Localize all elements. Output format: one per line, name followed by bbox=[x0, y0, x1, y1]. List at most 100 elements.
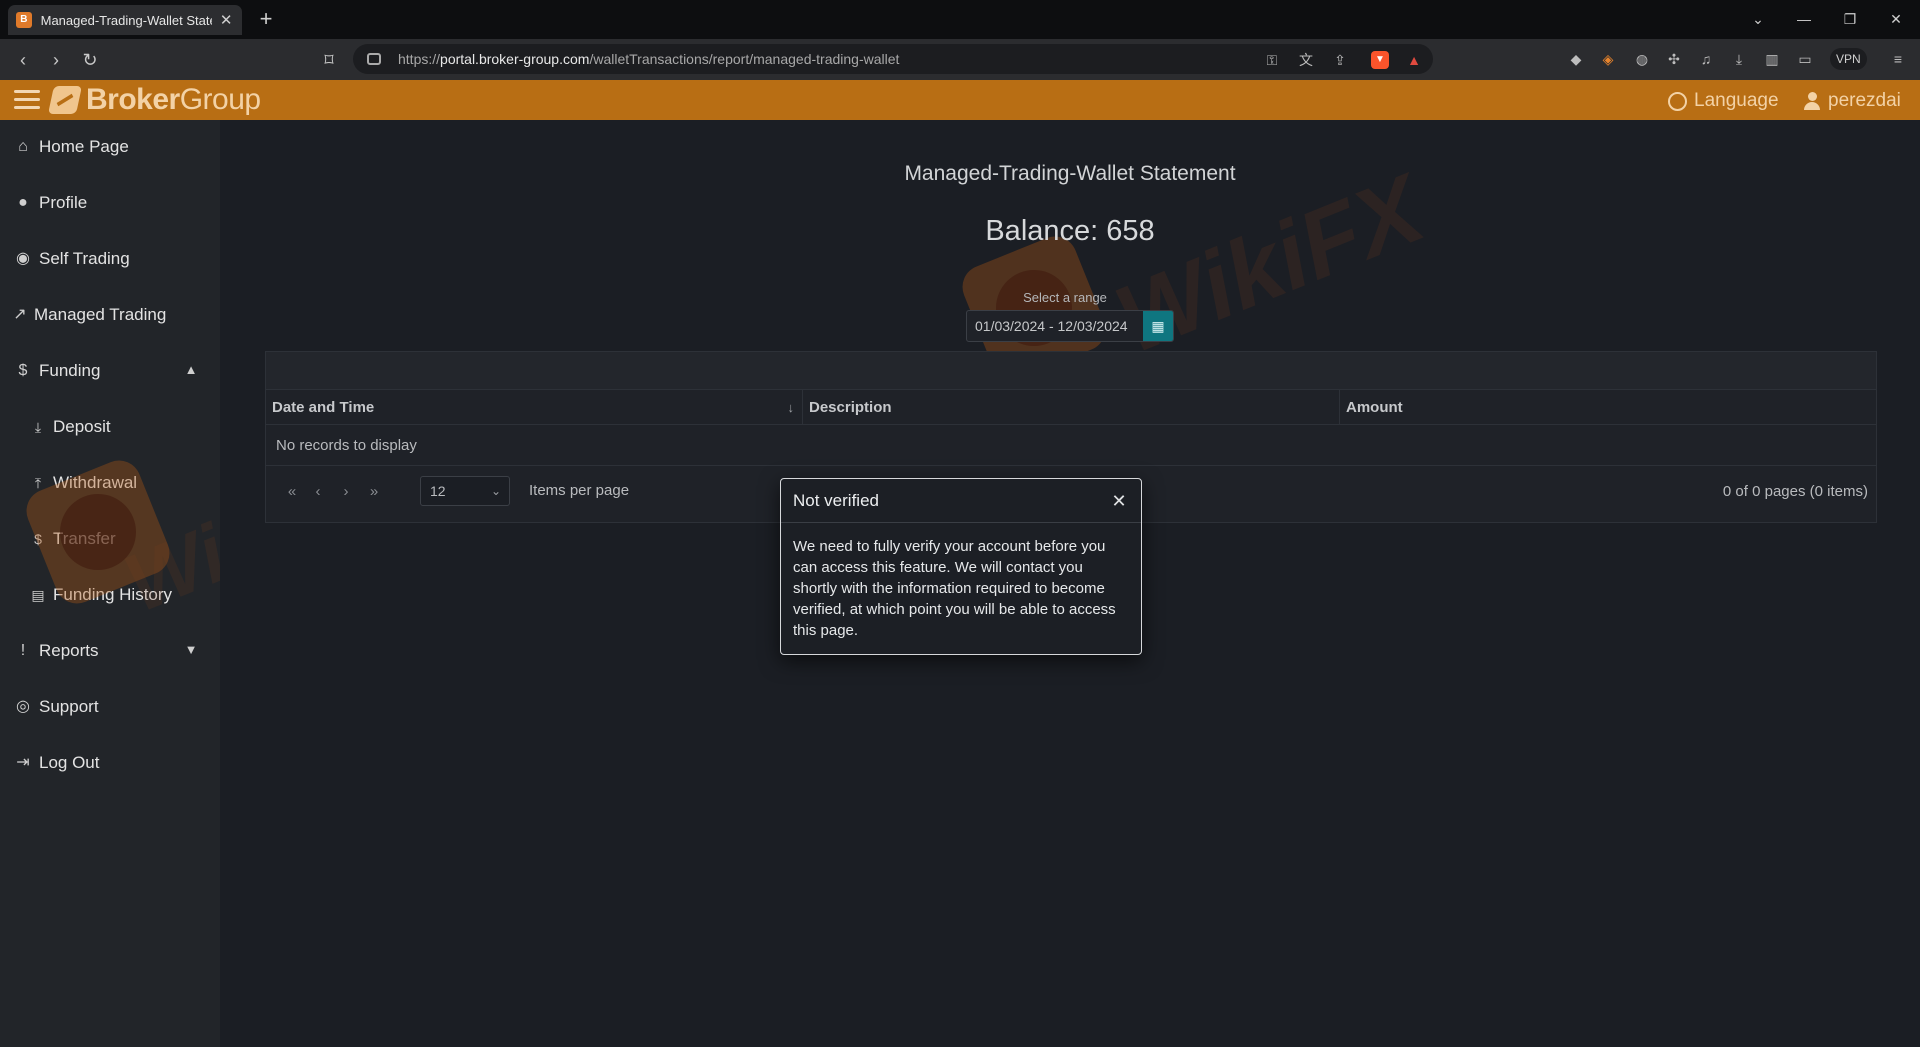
calendar-icon[interactable]: ▦ bbox=[1143, 311, 1173, 341]
page-size-select[interactable]: 12 ⌄ bbox=[420, 476, 510, 506]
column-header-date[interactable]: Date and Time ↓ bbox=[266, 390, 803, 424]
dialog-message: We need to fully verify your account bef… bbox=[793, 538, 1116, 639]
sidebar-item-support[interactable]: ◎ Support bbox=[0, 687, 220, 727]
extension-icon[interactable]: ◆ bbox=[1566, 49, 1586, 69]
column-header-description[interactable]: Description bbox=[803, 390, 1340, 424]
metamask-icon[interactable]: ◈ bbox=[1598, 49, 1618, 69]
last-page-icon[interactable]: » bbox=[364, 482, 384, 502]
sidebar-item-label: Log Out bbox=[39, 753, 100, 772]
chevron-down-icon: ⌄ bbox=[490, 484, 501, 498]
browser-tab[interactable]: B Managed-Trading-Wallet Statem ✕ bbox=[8, 5, 242, 35]
new-tab-icon[interactable]: + bbox=[254, 8, 278, 30]
sidebar-item-funding[interactable]: $ Funding ▲ bbox=[0, 351, 220, 391]
close-window-icon[interactable]: ✕ bbox=[1880, 6, 1912, 32]
wallet-icon[interactable]: ▭ bbox=[1795, 49, 1815, 69]
sidebar-item-label: Profile bbox=[39, 193, 88, 212]
sidebar-item-funding-history[interactable]: ▤ Funding History bbox=[0, 575, 220, 615]
translate-icon[interactable]: 文 bbox=[1297, 51, 1315, 69]
pager-info: 0 of 0 pages (0 items) bbox=[1722, 483, 1868, 500]
close-icon[interactable]: ✕ bbox=[1110, 492, 1128, 510]
home-icon: ⌂ bbox=[18, 138, 28, 155]
grid-header-row: Date and Time ↓ Description Amount bbox=[266, 390, 1876, 425]
sidebar-item-label: Self Trading bbox=[39, 249, 130, 268]
lifebuoy-icon: ◎ bbox=[16, 698, 30, 715]
username: perezdai bbox=[1828, 90, 1901, 111]
share-icon[interactable]: ⇪ bbox=[1331, 51, 1349, 69]
sidebar-item-transfer[interactable]: $ Transfer bbox=[0, 519, 220, 559]
range-label: Select a range bbox=[1023, 290, 1107, 305]
dollar-icon: $ bbox=[18, 362, 28, 379]
brand-logo-text[interactable]: BrokerGroup bbox=[86, 83, 261, 117]
sort-arrow-down-icon[interactable]: ↓ bbox=[788, 390, 795, 425]
reload-icon[interactable]: ↻ bbox=[77, 47, 103, 73]
sidebar-item-label: Withdrawal bbox=[53, 473, 138, 492]
items-per-page-label: Items per page bbox=[529, 482, 630, 499]
brain-icon: ◉ bbox=[16, 250, 30, 267]
prev-page-icon[interactable]: ‹ bbox=[308, 482, 328, 502]
first-page-icon[interactable]: « bbox=[282, 482, 302, 502]
sidebar-item-logout[interactable]: ⇥ Log Out bbox=[0, 743, 220, 783]
screen: B Managed-Trading-Wallet Statem ✕ + ⌄ — … bbox=[0, 0, 1920, 1047]
transfer-icon: $ bbox=[34, 531, 42, 547]
sidebar-item-label: Home Page bbox=[39, 137, 129, 156]
sidebar-item-label: Reports bbox=[39, 641, 99, 660]
media-icon[interactable]: ♫ bbox=[1696, 49, 1716, 69]
hamburger-menu-icon[interactable] bbox=[14, 90, 40, 110]
date-range-input[interactable]: 01/03/2024 - 12/03/2024 bbox=[967, 318, 1143, 334]
brokergroup-logo-icon bbox=[48, 86, 82, 114]
restore-icon[interactable]: ❐ bbox=[1834, 6, 1866, 32]
language-label: Language bbox=[1694, 90, 1779, 111]
chevron-up-icon: ▲ bbox=[184, 362, 198, 377]
download-icon: ⤓ bbox=[34, 419, 42, 435]
sidebar-item-label: Support bbox=[39, 697, 99, 716]
sidebar-item-withdrawal[interactable]: ⤒ Withdrawal bbox=[0, 463, 220, 503]
sidebar-item-deposit[interactable]: ⤓ Deposit bbox=[0, 407, 220, 447]
language-button[interactable]: Language bbox=[1668, 90, 1779, 112]
brave-shields-icon[interactable]: ▼ bbox=[1371, 51, 1389, 69]
balance-value: Balance: 658 bbox=[985, 215, 1155, 247]
close-tab-icon[interactable]: ✕ bbox=[218, 11, 234, 29]
sidebar-toggle-icon[interactable]: ▥ bbox=[1762, 49, 1782, 69]
url-text: https://portal.broker-group.com/walletTr… bbox=[398, 51, 900, 67]
alert-icon: ! bbox=[20, 642, 26, 659]
browser-navbar: ‹ › ↻ ⌑ https://portal.broker-group.com/… bbox=[0, 39, 1920, 80]
user-menu-button[interactable]: perezdai bbox=[1804, 90, 1901, 112]
dialog-title: Not verified bbox=[793, 491, 879, 510]
upload-icon: ⤒ bbox=[34, 475, 42, 491]
tab-title: Managed-Trading-Wallet Statem bbox=[40, 12, 213, 28]
globe-icon bbox=[1668, 91, 1687, 111]
sidebar-item-label: Transfer bbox=[53, 529, 116, 548]
grid-toolbar bbox=[266, 352, 1876, 390]
sidebar-item-reports[interactable]: ! Reports ▼ bbox=[0, 631, 220, 671]
watermark-text: WikiFX bbox=[1101, 155, 1438, 374]
next-page-icon[interactable]: › bbox=[336, 482, 356, 502]
puzzle-icon[interactable]: ✣ bbox=[1664, 49, 1684, 69]
key-icon[interactable]: ⚿ bbox=[1263, 51, 1281, 69]
site-favicon-icon: B bbox=[16, 12, 32, 28]
no-records-message: No records to display bbox=[266, 425, 1876, 466]
vpn-button[interactable]: VPN bbox=[1830, 48, 1867, 70]
address-bar[interactable]: https://portal.broker-group.com/walletTr… bbox=[353, 44, 1433, 74]
menu-icon[interactable]: ≡ bbox=[1888, 49, 1908, 69]
document-icon: ▤ bbox=[31, 587, 45, 603]
downloads-icon[interactable]: ⤓ bbox=[1729, 49, 1749, 69]
sidebar-item-label: Funding bbox=[39, 361, 101, 380]
sidebar-item-profile[interactable]: ● Profile bbox=[0, 183, 220, 223]
forward-icon[interactable]: › bbox=[43, 47, 69, 73]
date-range-picker[interactable]: 01/03/2024 - 12/03/2024 ▦ bbox=[966, 310, 1174, 342]
sidebar-item-managed-trading[interactable]: ↗ Managed Trading bbox=[0, 295, 220, 335]
sidebar-item-label: Funding History bbox=[53, 585, 173, 604]
bookmark-icon[interactable]: ⌑ bbox=[316, 47, 342, 73]
robot-extension-icon[interactable]: ◍ bbox=[1632, 49, 1652, 69]
app-header: BrokerGroup Language perezdai bbox=[0, 80, 1920, 120]
user-icon: ● bbox=[18, 194, 28, 211]
back-icon[interactable]: ‹ bbox=[10, 47, 36, 73]
site-info-icon[interactable] bbox=[367, 53, 381, 65]
tab-search-icon[interactable]: ⌄ bbox=[1742, 6, 1774, 32]
brave-rewards-icon[interactable]: ▲ bbox=[1405, 51, 1423, 69]
sidebar-item-home[interactable]: ⌂ Home Page bbox=[0, 127, 220, 167]
minimize-icon[interactable]: — bbox=[1788, 6, 1820, 32]
sidebar-item-self-trading[interactable]: ◉ Self Trading bbox=[0, 239, 220, 279]
trend-icon: ↗ bbox=[13, 306, 27, 323]
column-header-amount[interactable]: Amount bbox=[1340, 390, 1876, 424]
